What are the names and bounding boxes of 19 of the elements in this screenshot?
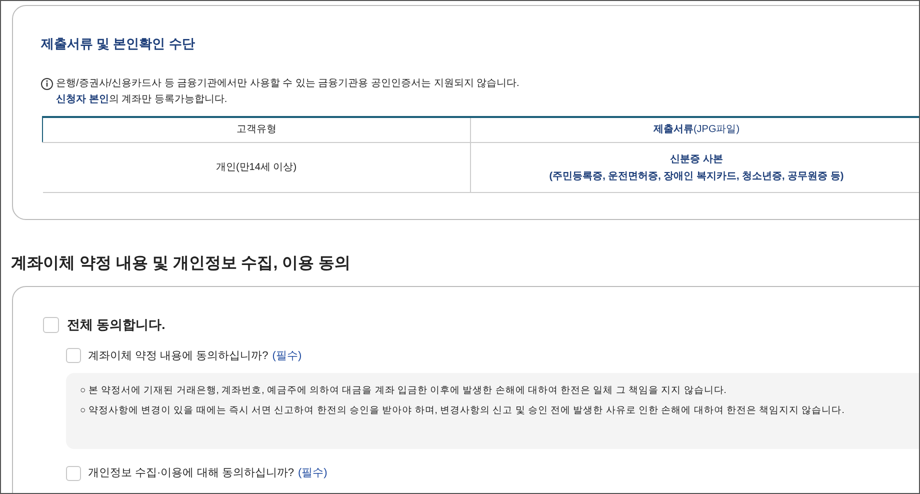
table-cell: 신분증 사본 (주민등록증, 운전면허증, 장애인 복지카드, 청소년증, 공무원증 등) [470, 142, 919, 192]
checkbox-label: 개인정보 수집·이용에 대해 동의하십니까? [88, 466, 294, 481]
required-label: (필수) [298, 466, 328, 481]
terms-text: ○ 본 약정서에 기재된 거래은행, 계좌번호, 예금주에 의하여 대금을 계좌 입금한 이후에 발생한 손해에 대하여 한전은 일체 그 책임을 지지 않습니다. [80, 384, 728, 398]
terms-text: ○ 약정사항에 변경이 있을 때에는 즉시 서면 신고하여 한전의 승인을 받아야 하며, 변경사항의 신고 및 승인 전에 발생한 사유로 인한 손해에 대하여 한전은 책임지지 않습니다. [80, 404, 846, 418]
table-cell: 개인(만14세 이상) [42, 142, 470, 192]
checkbox-label: 계좌이체 약정 내용에 동의하십니까? [88, 348, 268, 364]
section-title: 제출서류 및 본인확인 수단 [41, 35, 196, 53]
column-header: 고객유형 [42, 116, 470, 142]
info-icon [41, 78, 53, 90]
checkbox[interactable] [43, 316, 59, 333]
checkbox-label: 전체 동의합니다. [67, 316, 166, 334]
notice-text: 신청자 본인의 계좌만 등록가능합니다. [56, 92, 228, 106]
notice-text: 은행/증권사/신용카드사 등 금융기관에서만 사용할 수 있는 금융기관용 공인인증서는 지원되지 않습니다. [56, 76, 520, 90]
section-heading: 계좌이체 약정 내용 및 개인정보 수집, 이용 동의 [11, 254, 352, 274]
checkbox[interactable] [66, 466, 81, 481]
required-label: (필수) [272, 348, 302, 364]
column-header: 제출서류(JPG파일) [470, 116, 919, 142]
checkbox[interactable] [66, 348, 81, 364]
